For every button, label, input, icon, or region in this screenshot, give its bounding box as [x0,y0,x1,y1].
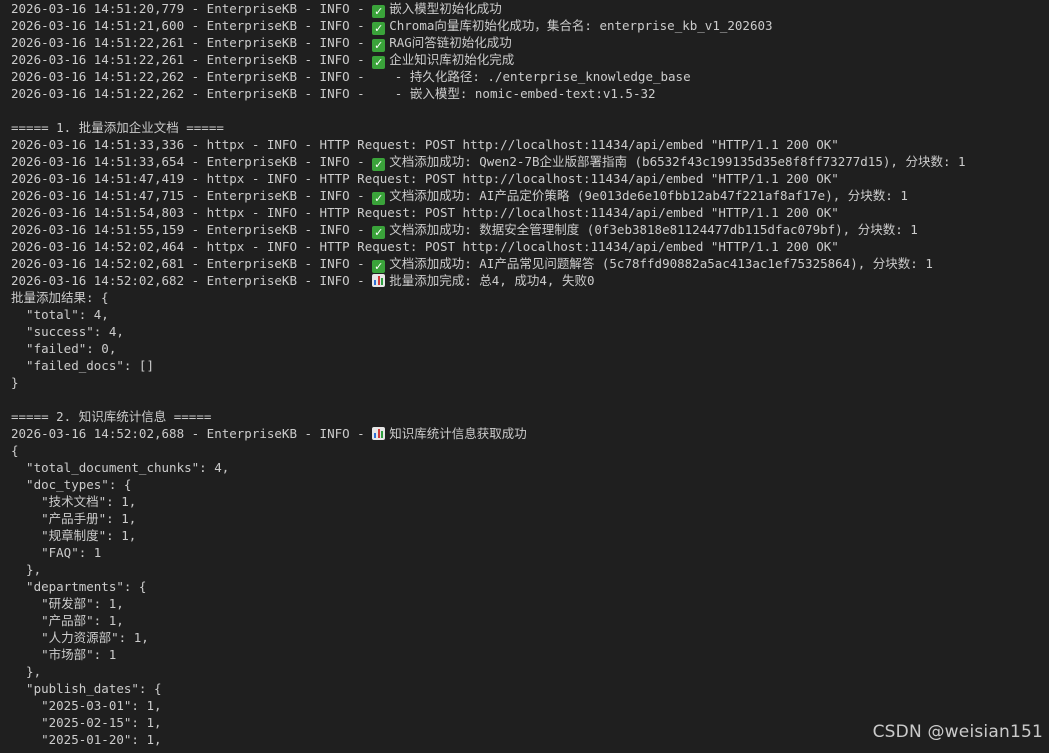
terminal-line: }, [11,561,1041,578]
terminal-line: ===== 1. 批量添加企业文档 ===== [11,119,1041,136]
line-message: 嵌入模型初始化成功 [389,1,502,16]
terminal-line: 2026-03-16 14:51:22,261 - EnterpriseKB -… [11,34,1041,52]
line-text: "FAQ": 1 [11,545,102,560]
line-message: 知识库统计信息获取成功 [389,426,527,441]
line-message: 文档添加成功: AI产品常见问题解答 (5c78ffd90882a5ac413a… [389,256,933,271]
line-text: "departments": { [11,579,147,594]
terminal-line: "产品手册": 1, [11,510,1041,527]
terminal-line: 批量添加结果: { [11,289,1041,306]
terminal-line: "产品部": 1, [11,612,1041,629]
csdn-watermark: CSDN @weisian151 [872,722,1043,742]
line-text: ===== 2. 知识库统计信息 ===== [11,409,212,424]
terminal-line: 2026-03-16 14:51:54,803 - httpx - INFO -… [11,204,1041,221]
line-text: "研发部": 1, [11,596,124,611]
line-text: "2025-01-20": 1, [11,732,162,747]
terminal-line: "failed": 0, [11,340,1041,357]
terminal-line: "技术文档": 1, [11,493,1041,510]
terminal-line: 2026-03-16 14:51:22,261 - EnterpriseKB -… [11,51,1041,69]
line-text: "success": 4, [11,324,124,339]
line-text: "2025-02-15": 1, [11,715,162,730]
line-text: "人力资源部": 1, [11,630,149,645]
terminal-line: 2026-03-16 14:51:47,715 - EnterpriseKB -… [11,187,1041,205]
terminal-line: "failed_docs": [] [11,357,1041,374]
terminal-line: 2026-03-16 14:52:02,464 - httpx - INFO -… [11,238,1041,255]
terminal-line: "规章制度": 1, [11,527,1041,544]
line-text: "total_document_chunks": 4, [11,460,230,475]
terminal-line: "FAQ": 1 [11,544,1041,561]
terminal-line: "研发部": 1, [11,595,1041,612]
terminal-line: "publish_dates": { [11,680,1041,697]
line-text: 2026-03-16 14:51:55,159 - EnterpriseKB -… [11,222,373,237]
line-text: } [11,375,19,390]
line-text: 2026-03-16 14:51:47,419 - httpx - INFO -… [11,171,839,186]
line-message: Chroma向量库初始化成功，集合名: enterprise_kb_v1_202… [389,18,773,33]
line-text: "failed_docs": [] [11,358,154,373]
line-text: "产品部": 1, [11,613,124,628]
line-text: "publish_dates": { [11,681,162,696]
line-text: 2026-03-16 14:51:54,803 - httpx - INFO -… [11,205,839,220]
line-message: 企业知识库初始化完成 [389,52,515,67]
line-text: "doc_types": { [11,477,132,492]
terminal-line: ===== 2. 知识库统计信息 ===== [11,408,1041,425]
terminal-line: 2026-03-16 14:52:02,681 - EnterpriseKB -… [11,255,1041,273]
terminal-line: "total_document_chunks": 4, [11,459,1041,476]
line-text: "failed": 0, [11,341,117,356]
terminal-line: "success": 4, [11,323,1041,340]
terminal-line: "2025-03-01": 1, [11,697,1041,714]
line-text: }, [11,562,42,577]
line-text: "产品手册": 1, [11,511,137,526]
line-text: 2026-03-16 14:51:47,715 - EnterpriseKB -… [11,188,373,203]
bar-chart-icon [372,427,386,440]
line-message: RAG问答链初始化成功 [389,35,512,50]
terminal-line: "市场部": 1 [11,646,1041,663]
line-text: 2026-03-16 14:51:22,261 - EnterpriseKB -… [11,52,373,67]
line-text: "total": 4, [11,307,109,322]
terminal-line: 2026-03-16 14:51:20,779 - EnterpriseKB -… [11,0,1041,18]
line-text: "技术文档": 1, [11,494,137,509]
line-text: "2025-03-01": 1, [11,698,162,713]
line-text: 2026-03-16 14:52:02,682 - EnterpriseKB -… [11,273,373,288]
line-text: 2026-03-16 14:51:22,262 - EnterpriseKB -… [11,86,656,101]
line-message: 文档添加成功: AI产品定价策略 (9e013de6e10fbb12ab47f2… [389,188,908,203]
terminal-line: 2026-03-16 14:51:22,262 - EnterpriseKB -… [11,68,1041,85]
line-text: 2026-03-16 14:51:33,336 - httpx - INFO -… [11,137,839,152]
line-text: 2026-03-16 14:51:22,261 - EnterpriseKB -… [11,35,373,50]
terminal-line: } [11,374,1041,391]
line-message: 批量添加完成: 总4, 成功4, 失败0 [389,273,595,288]
bar-chart-icon [372,274,386,287]
line-text: 2026-03-16 14:52:02,681 - EnterpriseKB -… [11,256,373,271]
line-text: 2026-03-16 14:52:02,688 - EnterpriseKB -… [11,426,373,441]
terminal-line: 2026-03-16 14:52:02,682 - EnterpriseKB -… [11,272,1041,289]
terminal-line: }, [11,663,1041,680]
line-text: 2026-03-16 14:51:20,779 - EnterpriseKB -… [11,1,373,16]
line-text: 2026-03-16 14:52:02,464 - httpx - INFO -… [11,239,839,254]
line-text: 批量添加结果: { [11,290,109,305]
terminal-line: 2026-03-16 14:52:02,688 - EnterpriseKB -… [11,425,1041,442]
terminal-line: 2026-03-16 14:51:21,600 - EnterpriseKB -… [11,17,1041,35]
terminal-line: "doc_types": { [11,476,1041,493]
terminal-line: "total": 4, [11,306,1041,323]
line-text: 2026-03-16 14:51:21,600 - EnterpriseKB -… [11,18,373,33]
terminal-line: "departments": { [11,578,1041,595]
line-text: 2026-03-16 14:51:33,654 - EnterpriseKB -… [11,154,373,169]
terminal-output[interactable]: 2026-03-16 14:51:20,779 - EnterpriseKB -… [11,0,1041,753]
line-text: "市场部": 1 [11,647,117,662]
line-text: ===== 1. 批量添加企业文档 ===== [11,120,224,135]
terminal-line: 2026-03-16 14:51:47,419 - httpx - INFO -… [11,170,1041,187]
terminal-line: 2026-03-16 14:51:55,159 - EnterpriseKB -… [11,221,1041,239]
line-text: }, [11,664,42,679]
line-message: 文档添加成功: Qwen2-7B企业版部署指南 (b6532f43c199135… [389,154,966,169]
line-text: { [11,443,19,458]
terminal-line: 2026-03-16 14:51:22,262 - EnterpriseKB -… [11,85,1041,102]
terminal-line: 2026-03-16 14:51:33,654 - EnterpriseKB -… [11,153,1041,171]
terminal-line: { [11,442,1041,459]
line-message: 文档添加成功: 数据安全管理制度 (0f3eb3818e81124477db11… [389,222,918,237]
line-text: "规章制度": 1, [11,528,137,543]
terminal-line: 2026-03-16 14:51:33,336 - httpx - INFO -… [11,136,1041,153]
terminal-line: "人力资源部": 1, [11,629,1041,646]
line-text: 2026-03-16 14:51:22,262 - EnterpriseKB -… [11,69,691,84]
